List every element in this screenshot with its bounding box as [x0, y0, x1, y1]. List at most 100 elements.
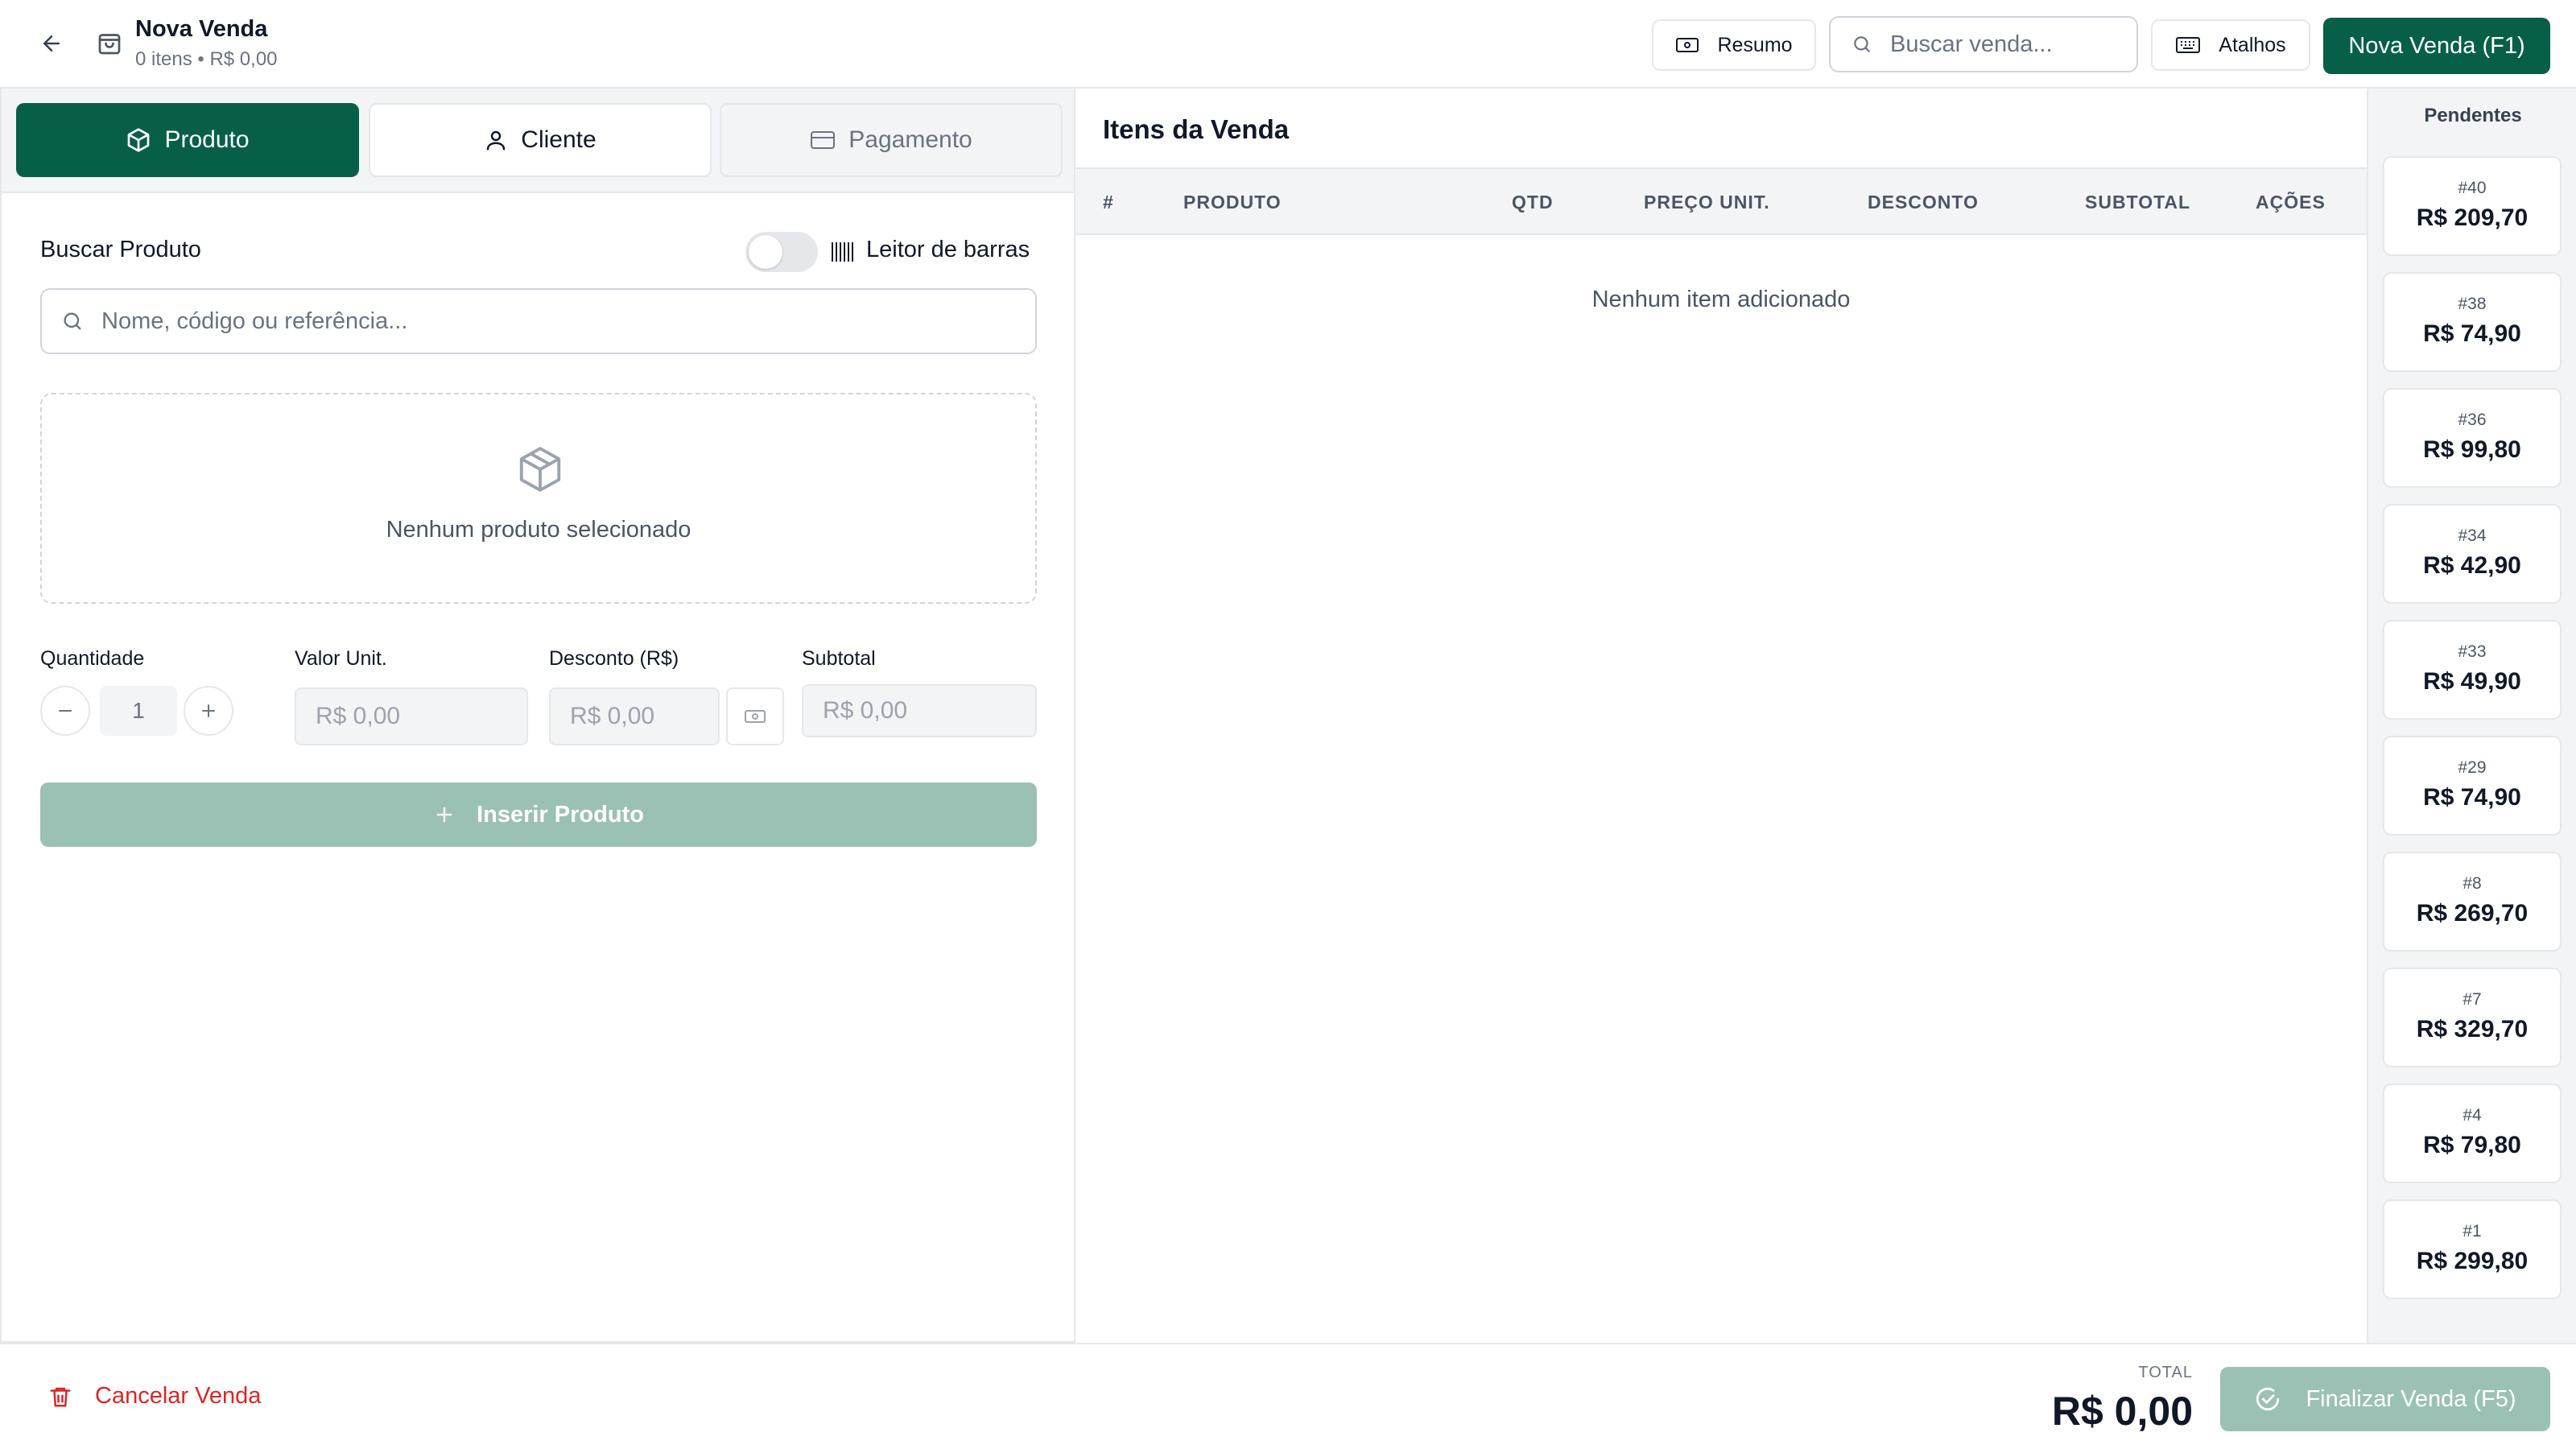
credit-card-icon — [811, 131, 836, 149]
plus-icon — [436, 807, 452, 823]
arrow-left-icon — [43, 35, 60, 52]
pending-sale-card[interactable]: #38 R$ 74,90 — [2383, 272, 2562, 372]
pending-sale-card[interactable]: #1 R$ 299,80 — [2383, 1199, 2562, 1299]
search-icon — [1854, 36, 1870, 52]
sale-search[interactable] — [1829, 16, 2138, 72]
shopping-bag-icon — [98, 34, 121, 55]
app-header: Nova Venda 0 itens • R$ 0,00 Resumo Atal… — [0, 0, 2576, 89]
barcode-toggle-label: Leitor de barras — [866, 237, 1030, 262]
keyboard-icon — [2176, 37, 2201, 53]
tab-cliente-label: Cliente — [521, 126, 597, 153]
column-header: PRODUTO — [1183, 192, 1282, 213]
pending-sale-number: #8 — [2462, 874, 2482, 893]
pending-sale-value: R$ 74,90 — [2423, 784, 2521, 811]
column-header: # — [1103, 192, 1114, 213]
product-search-input[interactable] — [101, 308, 987, 335]
pending-sale-value: R$ 79,80 — [2423, 1132, 2521, 1158]
pending-sale-number: #4 — [2462, 1106, 2482, 1125]
pending-sale-number: #34 — [2458, 526, 2487, 545]
pending-sale-card[interactable]: #29 R$ 74,90 — [2383, 736, 2562, 836]
tab-cliente[interactable]: Cliente — [369, 103, 712, 177]
quantity-field[interactable]: 1 — [100, 686, 177, 736]
page-title: Nova Venda — [135, 16, 268, 42]
pending-sale-value: R$ 99,80 — [2423, 436, 2521, 463]
total-label: TOTAL — [2138, 1364, 2193, 1381]
product-entry-panel: Produto Cliente Pagamento Buscar Produto… — [0, 89, 1075, 1343]
trash-icon — [50, 1387, 71, 1406]
pending-sale-card[interactable]: #33 R$ 49,90 — [2383, 620, 2562, 720]
tab-pagamento-label: Pagamento — [848, 126, 972, 153]
column-header: DESCONTO — [1868, 192, 1979, 213]
summary-button[interactable]: Resumo — [1652, 19, 1816, 71]
pending-sale-card[interactable]: #40 R$ 209,70 — [2383, 156, 2562, 256]
quantity-increment-button[interactable] — [184, 686, 233, 736]
column-header: QTD — [1512, 192, 1554, 213]
search-icon — [64, 312, 81, 330]
shortcuts-button[interactable]: Atalhos — [2151, 19, 2310, 71]
pending-sale-card[interactable]: #8 R$ 269,70 — [2383, 852, 2562, 952]
pending-sales-panel: Pendentes #40 R$ 209,70 #38 R$ 74,90 #36… — [2367, 89, 2576, 1343]
pending-sale-value: R$ 74,90 — [2423, 320, 2521, 347]
new-sale-button[interactable]: Nova Venda (F1) — [2323, 18, 2550, 74]
box-icon — [519, 447, 561, 492]
sale-items-title: Itens da Venda — [1103, 114, 1290, 144]
unit-price-label: Valor Unit. — [295, 647, 387, 670]
pending-sale-value: R$ 299,80 — [2416, 1248, 2529, 1274]
back-button[interactable] — [35, 27, 68, 60]
box-icon — [128, 128, 150, 152]
pending-sale-number: #40 — [2458, 179, 2487, 197]
barcode-toggle[interactable] — [745, 232, 818, 272]
finish-sale-label: Finalizar Venda (F5) — [2306, 1385, 2516, 1412]
empty-items-text: Nenhum item adicionado — [1591, 287, 1851, 312]
items-table-header: # PRODUTO QTD PREÇO UNIT. DESCONTO SUBTO… — [1075, 167, 2367, 235]
pending-sale-card[interactable]: #4 R$ 79,80 — [2383, 1084, 2562, 1183]
sale-summary-text: 0 itens • R$ 0,00 — [135, 48, 278, 70]
pending-sale-value: R$ 269,70 — [2416, 900, 2529, 927]
product-search-label: Buscar Produto — [40, 237, 201, 262]
insert-product-button[interactable]: Inserir Produto — [40, 782, 1037, 847]
finish-sale-button[interactable]: Finalizar Venda (F5) — [2220, 1367, 2550, 1431]
discount-mode-button[interactable] — [726, 687, 784, 745]
quantity-decrement-button[interactable] — [40, 686, 90, 736]
cancel-sale-label: Cancelar Venda — [95, 1383, 262, 1409]
product-search[interactable] — [40, 288, 1037, 354]
discount-field[interactable]: R$ 0,00 — [549, 687, 720, 745]
pending-sale-card[interactable]: #36 R$ 99,80 — [2383, 388, 2562, 488]
unit-price-field[interactable]: R$ 0,00 — [295, 687, 528, 745]
tab-bar: Produto Cliente Pagamento — [2, 89, 1074, 193]
selected-product-placeholder: Nenhum produto selecionado — [40, 393, 1037, 604]
pending-sale-number: #33 — [2458, 642, 2487, 661]
summary-button-label: Resumo — [1717, 33, 1793, 56]
tab-produto[interactable]: Produto — [16, 103, 359, 177]
cancel-sale-button[interactable]: Cancelar Venda — [48, 1383, 261, 1410]
pending-sale-card[interactable]: #7 R$ 329,70 — [2383, 968, 2562, 1067]
tab-produto-label: Produto — [164, 126, 250, 153]
column-header: AÇÕES — [2256, 192, 2326, 213]
banknote-icon — [1676, 38, 1699, 52]
sale-search-input[interactable] — [1890, 31, 2132, 58]
pending-sale-number: #29 — [2458, 758, 2487, 777]
tab-pagamento[interactable]: Pagamento — [720, 103, 1063, 177]
pending-sale-number: #1 — [2462, 1222, 2482, 1241]
pending-sale-number: #38 — [2458, 295, 2487, 313]
user-icon — [487, 130, 506, 151]
footer-bar: Cancelar Venda TOTAL R$ 0,00 Finalizar V… — [0, 1343, 2576, 1449]
quantity-label: Quantidade — [40, 647, 145, 670]
minus-icon — [59, 710, 72, 712]
discount-label: Desconto (R$) — [549, 647, 679, 670]
pending-sale-value: R$ 329,70 — [2416, 1016, 2529, 1042]
pending-sale-value: R$ 42,90 — [2423, 552, 2521, 579]
empty-product-text: Nenhum produto selecionado — [386, 517, 691, 543]
insert-product-label: Inserir Produto — [477, 801, 644, 828]
shortcuts-button-label: Atalhos — [2219, 33, 2286, 56]
plus-icon — [202, 704, 215, 717]
column-header: PREÇO UNIT. — [1644, 192, 1770, 213]
pending-sale-value: R$ 209,70 — [2416, 204, 2529, 231]
subtotal-label: Subtotal — [802, 647, 876, 670]
pending-sale-value: R$ 49,90 — [2423, 668, 2521, 695]
pending-sale-card[interactable]: #34 R$ 42,90 — [2383, 504, 2562, 604]
pending-sale-number: #7 — [2462, 990, 2482, 1009]
barcode-icon — [832, 242, 853, 262]
column-header: SUBTOTAL — [2085, 192, 2191, 213]
subtotal-field: R$ 0,00 — [802, 684, 1037, 737]
